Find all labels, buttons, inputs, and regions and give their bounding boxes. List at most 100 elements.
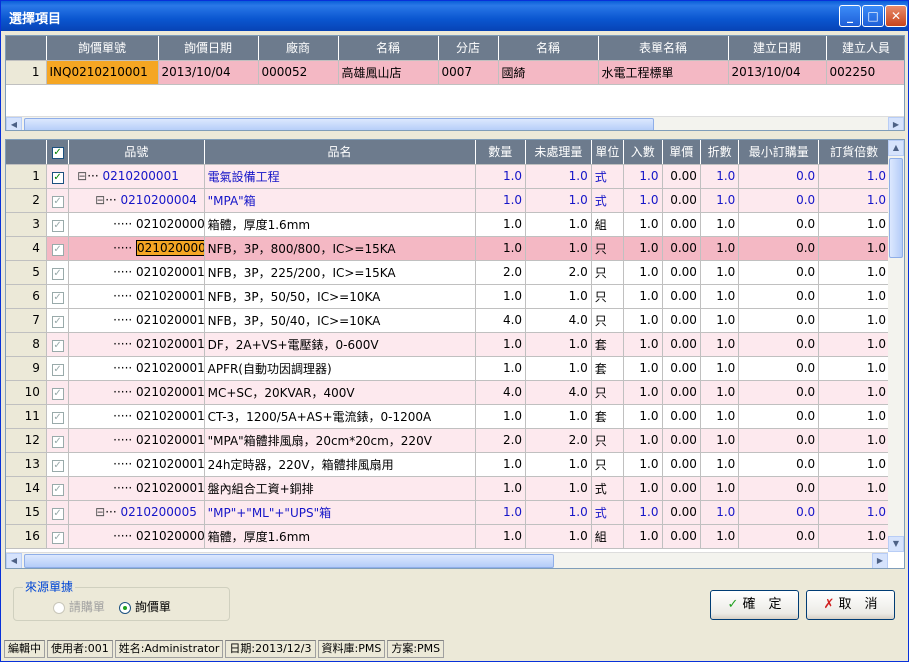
radio-inquiry[interactable]: 詢價單 (119, 598, 171, 615)
item-pend-cell[interactable]: 1.0 (525, 236, 592, 261)
item-pend-cell[interactable]: 1.0 (525, 188, 592, 213)
item-unit-cell[interactable]: 只 (591, 428, 625, 453)
item-code-cell[interactable]: ····· 0210200019 (68, 476, 205, 501)
item-inn-cell[interactable]: 1.0 (623, 308, 663, 333)
cancel-button[interactable]: ✗ 取 消 (806, 590, 895, 620)
item-code-cell[interactable]: ····· 0210200014 (68, 356, 205, 381)
item-name-cell[interactable]: "MP"+"ML"+"UPS"箱 (204, 500, 476, 525)
item-price-cell[interactable]: 0.00 (662, 308, 701, 333)
close-button[interactable]: ✕ (885, 5, 907, 27)
scroll-up-arrow-icon[interactable]: ▲ (888, 140, 904, 156)
item-name-cell[interactable]: NFB，3P，50/40，IC>=10KA (204, 308, 476, 333)
item-qty-cell[interactable]: 1.0 (475, 164, 527, 189)
item-code-cell[interactable]: ····· 0210200011 (68, 284, 205, 309)
checkbox-icon[interactable]: ✓ (51, 387, 64, 400)
collapse-icon[interactable]: ⊟ (77, 169, 87, 183)
column-header[interactable]: 廠商 (258, 36, 339, 61)
item-disc-cell[interactable]: 1.0 (700, 356, 740, 381)
row-number[interactable]: 11 (6, 404, 47, 429)
item-inn-cell[interactable]: 1.0 (623, 356, 663, 381)
table-cell[interactable]: 高雄鳳山店 (338, 60, 439, 85)
item-disc-cell[interactable]: 1.0 (700, 380, 740, 405)
table-cell[interactable]: 002250 (826, 60, 904, 85)
checkbox-icon[interactable]: ✓ (51, 411, 64, 424)
item-grid-hscrollbar[interactable]: ◀ ▶ (6, 552, 888, 568)
item-code-cell[interactable]: ⊟··· 0210200005 (68, 500, 205, 525)
table-cell[interactable]: 水電工程標單 (598, 60, 729, 85)
item-mult-cell[interactable]: 1.0 (818, 332, 890, 357)
item-qty-cell[interactable]: 1.0 (475, 476, 527, 501)
checkbox-icon[interactable]: ✓ (51, 363, 64, 376)
item-unit-cell[interactable]: 只 (591, 236, 625, 261)
checkbox-icon[interactable]: ✓ (51, 435, 64, 448)
item-name-cell[interactable]: 箱體，厚度1.6mm (204, 212, 476, 237)
table-row[interactable]: 16✓····· 0210200008箱體，厚度1.6mm1.01.0組1.00… (6, 524, 890, 549)
column-header[interactable]: 單位 (591, 140, 625, 165)
radio-icon[interactable] (53, 601, 65, 614)
item-unit-cell[interactable]: 只 (591, 284, 625, 309)
item-disc-cell[interactable]: 1.0 (700, 452, 740, 477)
item-min-cell[interactable]: 0.0 (738, 356, 820, 381)
item-qty-cell[interactable]: 1.0 (475, 404, 527, 429)
item-disc-cell[interactable]: 1.0 (700, 260, 740, 285)
row-checkbox-cell[interactable]: ✓ (46, 308, 70, 333)
item-qty-cell[interactable]: 4.0 (475, 308, 527, 333)
row-number[interactable]: 15 (6, 500, 47, 525)
checkbox-icon[interactable]: ✓ (51, 243, 64, 256)
item-inn-cell[interactable]: 1.0 (623, 404, 663, 429)
item-pend-cell[interactable]: 1.0 (525, 284, 592, 309)
item-mult-cell[interactable]: 1.0 (818, 356, 890, 381)
row-number[interactable]: 16 (6, 524, 47, 549)
row-checkbox-cell[interactable]: ✓ (46, 332, 70, 357)
checkbox-icon[interactable]: ✓ (51, 195, 64, 208)
item-unit-cell[interactable]: 套 (591, 332, 625, 357)
item-pend-cell[interactable]: 1.0 (525, 476, 592, 501)
item-qty-cell[interactable]: 1.0 (475, 212, 527, 237)
table-row[interactable]: 14✓····· 0210200019盤內組合工資+銅排1.01.0式1.00.… (6, 476, 890, 501)
item-price-cell[interactable]: 0.00 (662, 284, 701, 309)
item-min-cell[interactable]: 0.0 (738, 452, 820, 477)
row-number[interactable]: 5 (6, 260, 47, 285)
row-number[interactable]: 14 (6, 476, 47, 501)
row-checkbox-cell[interactable]: ✓ (46, 260, 70, 285)
checkbox-icon[interactable]: ✓ (51, 531, 64, 544)
item-code-cell[interactable]: ····· 0210200017 (68, 428, 205, 453)
item-pend-cell[interactable]: 1.0 (525, 404, 592, 429)
item-min-cell[interactable]: 0.0 (738, 404, 820, 429)
item-disc-cell[interactable]: 1.0 (700, 236, 740, 261)
table-row[interactable]: 15 ✓ ⊟··· 0210200005 "MP"+"ML"+"UPS"箱 1.0 1.0… (6, 500, 890, 525)
item-mult-cell[interactable]: 1.0 (818, 212, 890, 237)
item-code-cell[interactable]: ····· 0210200008 (68, 524, 205, 549)
column-header[interactable]: 訂貨倍數 (818, 140, 890, 165)
table-row[interactable]: 10✓····· 0210200015MC+SC，20KVAR，400V4.04… (6, 380, 890, 405)
item-disc-cell[interactable]: 1.0 (700, 524, 740, 549)
row-checkbox-cell[interactable]: ✓ (46, 356, 70, 381)
scroll-thumb[interactable] (24, 118, 654, 130)
item-qty-cell[interactable]: 4.0 (475, 380, 527, 405)
item-price-cell[interactable]: 0.00 (662, 188, 701, 213)
item-min-cell[interactable]: 0.0 (738, 308, 820, 333)
row-number[interactable]: 10 (6, 380, 47, 405)
column-header[interactable]: 分店 (438, 36, 499, 61)
table-cell[interactable]: 000052 (258, 60, 339, 85)
item-name-cell[interactable]: DF，2A+VS+電壓錶，0-600V (204, 332, 476, 357)
radio-icon[interactable] (119, 601, 131, 614)
row-checkbox-cell[interactable]: ✓ (46, 500, 70, 525)
item-pend-cell[interactable]: 1.0 (525, 164, 592, 189)
row-checkbox-cell[interactable]: ✓ (46, 236, 70, 261)
item-code-cell[interactable]: ····· 0210200010 (68, 260, 205, 285)
item-grid[interactable]: ✓ 品號 品名 數量 未處理量 單位 入數 單價 折數 最小訂購量 訂貨倍數 1 ✓ ⊟··· 0210… (5, 139, 905, 569)
item-disc-cell[interactable]: 1.0 (700, 164, 740, 189)
item-name-cell[interactable]: "MPA"箱 (204, 188, 476, 213)
row-number[interactable]: 6 (6, 284, 47, 309)
item-disc-cell[interactable]: 1.0 (700, 500, 740, 525)
item-inn-cell[interactable]: 1.0 (623, 260, 663, 285)
item-mult-cell[interactable]: 1.0 (818, 524, 890, 549)
item-disc-cell[interactable]: 1.0 (700, 404, 740, 429)
column-header[interactable]: 未處理量 (525, 140, 592, 165)
item-inn-cell[interactable]: 1.0 (623, 476, 663, 501)
item-qty-cell[interactable]: 2.0 (475, 260, 527, 285)
item-disc-cell[interactable]: 1.0 (700, 188, 740, 213)
item-name-cell[interactable]: APFR(自動功因調理器) (204, 356, 476, 381)
row-checkbox-cell[interactable]: ✓ (46, 452, 70, 477)
